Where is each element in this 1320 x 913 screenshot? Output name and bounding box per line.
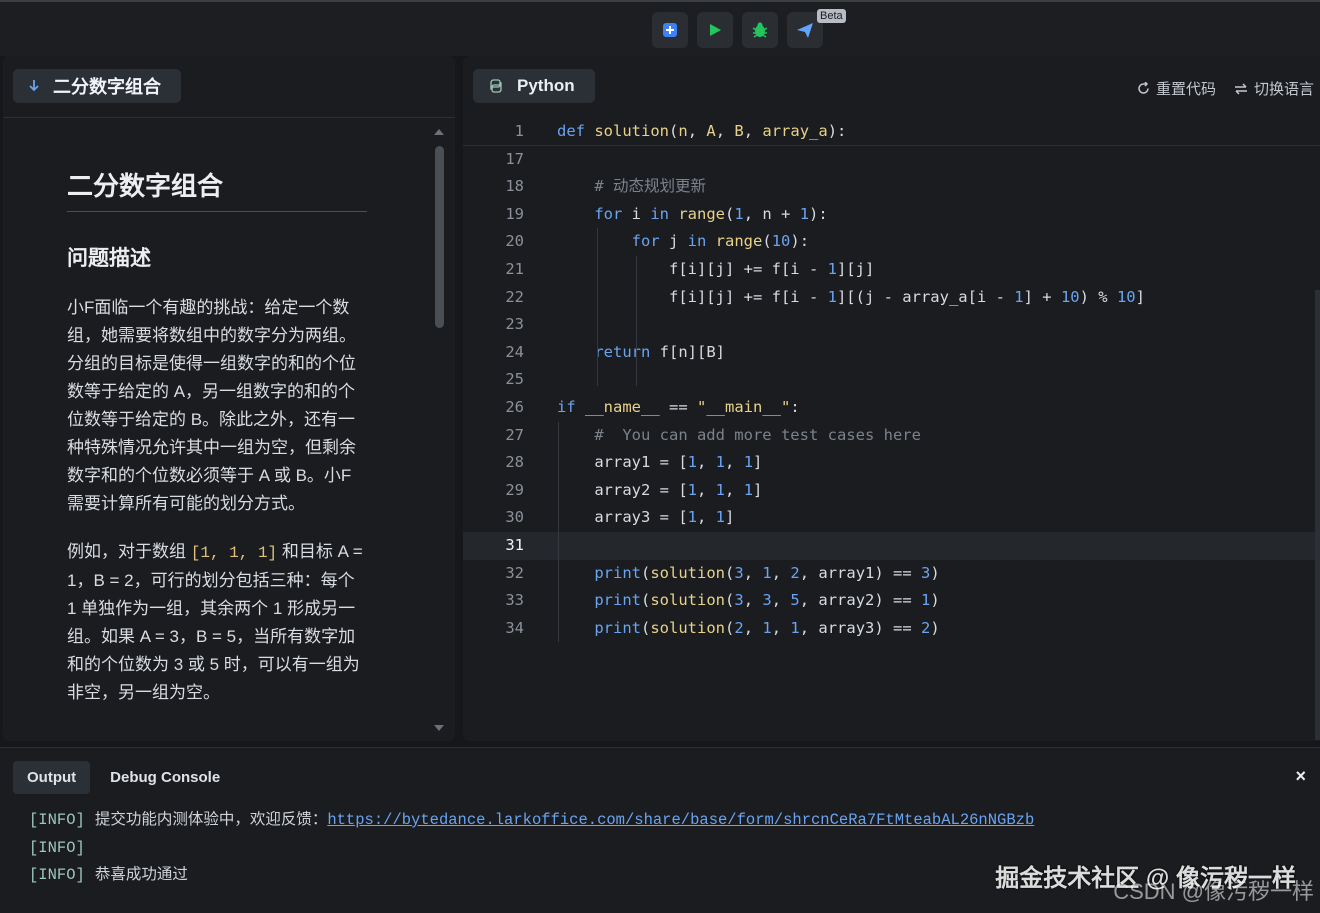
example-paragraph: 例如，对于数组 [1, 1, 1] 和目标 A = 1，B = 2，可行的划分包…	[67, 538, 367, 707]
python-icon	[490, 79, 502, 93]
code-line[interactable]: 25	[463, 366, 1320, 394]
switch-language-label: 切换语言	[1253, 81, 1314, 98]
log-line: [INFO] 恭喜成功通过	[29, 866, 188, 884]
scroll-thumb[interactable]	[435, 146, 444, 328]
code-line[interactable]: 30 array3 = [1, 1]	[463, 504, 1320, 532]
problem-title: 二分数字组合	[67, 160, 367, 212]
code-line[interactable]: 29 array2 = [1, 1, 1]	[463, 477, 1320, 505]
log-line: [INFO]	[29, 838, 85, 857]
refresh-icon	[1138, 82, 1149, 94]
submit-icon	[663, 23, 677, 37]
editor-actions: 重置代码 切换语言	[1137, 78, 1314, 99]
console-tabs: Output Debug Console	[13, 761, 234, 794]
problem-tab-label: 二分数字组合	[53, 77, 161, 97]
indent-guide	[636, 256, 637, 386]
code-area[interactable]: 1 def solution(n, A, B, array_a): 17 18 #…	[463, 118, 1320, 642]
scroll-down-icon[interactable]	[433, 724, 445, 732]
code-line[interactable]: 20 for j in range(10):	[463, 228, 1320, 256]
tab-output[interactable]: Output	[13, 761, 91, 794]
problem-content: 二分数字组合 问题描述 小F面临一个有趣的挑战：给定一个数组，她需要将数组中的数…	[67, 160, 367, 727]
run-button[interactable]	[697, 12, 733, 48]
problem-paragraph: 小F面临一个有趣的挑战：给定一个数组，她需要将数组中的数字分为两组。分组的目标是…	[67, 298, 356, 513]
code-line[interactable]: 32 print(solution(3, 1, 2, array1) == 3)	[463, 560, 1320, 588]
code-line[interactable]: 26 if __name__ == "__main__":	[463, 394, 1320, 422]
arrow-down-icon	[29, 80, 39, 92]
problem-panel: 二分数字组合 二分数字组合 问题描述 小F面临一个有趣的挑战：给定一个数组，她需…	[3, 56, 455, 741]
language-label: Python	[517, 76, 575, 95]
example-code: [1, 1, 1]	[190, 544, 278, 562]
example-suffix: 和目标 A = 1，B = 2，可行的划分包括三种：每个 1 单独作为一组，其余…	[67, 542, 363, 702]
swap-arrows-icon	[1234, 82, 1247, 95]
indent-guide	[597, 228, 598, 386]
code-line[interactable]: 28 array1 = [1, 1, 1]	[463, 449, 1320, 477]
code-line[interactable]: 27 # You can add more test cases here	[463, 422, 1320, 450]
current-line-number: 31	[505, 535, 524, 554]
code-line[interactable]: 18 # 动态规划更新	[463, 173, 1320, 201]
feedback-link[interactable]: https://bytedance.larkoffice.com/share/b…	[327, 811, 1034, 829]
debug-bug-icon	[752, 22, 768, 38]
log-line: [INFO] 提交功能内测体验中，欢迎反馈：https://bytedance.l…	[29, 811, 1035, 829]
code-line[interactable]: 21 f[i][j] += f[i - 1][j]	[463, 256, 1320, 284]
editor-header: Python 重置代码 切换语言	[463, 56, 1320, 118]
tab-debug-console[interactable]: Debug Console	[96, 761, 234, 794]
code-line-current[interactable]: 31	[463, 531, 1320, 560]
problem-panel-header: 二分数字组合	[3, 56, 455, 118]
language-tab[interactable]: Python	[473, 69, 595, 103]
switch-language-button[interactable]: 切换语言	[1234, 78, 1314, 99]
code-line[interactable]: 34 print(solution(2, 1, 1, array3) == 2)	[463, 615, 1320, 643]
beta-badge: Beta	[817, 9, 846, 23]
reset-code-label: 重置代码	[1155, 81, 1216, 98]
run-play-icon	[710, 24, 721, 36]
code-line[interactable]: 1 def solution(n, A, B, array_a):	[463, 118, 1320, 146]
problem-scrollbar[interactable]	[433, 126, 445, 736]
send-plane-icon	[797, 23, 813, 38]
editor-scrollbar[interactable]	[1315, 290, 1320, 740]
code-line[interactable]: 24 return f[n][B]	[463, 339, 1320, 367]
debug-button[interactable]	[742, 12, 778, 48]
code-line[interactable]: 22 f[i][j] += f[i - 1][(j - array_a[i - …	[463, 284, 1320, 312]
code-line[interactable]: 33 print(solution(3, 3, 5, array2) == 1)	[463, 587, 1320, 615]
problem-tab[interactable]: 二分数字组合	[13, 69, 181, 103]
code-line[interactable]: 23	[463, 311, 1320, 339]
reset-code-button[interactable]: 重置代码	[1137, 78, 1216, 99]
close-icon[interactable]: ×	[1295, 766, 1306, 787]
watermark-csdn: CSDN @像污秽一样	[1113, 879, 1314, 904]
code-editor-panel: Python 重置代码 切换语言 1 def solution(n, A, B, …	[463, 56, 1320, 741]
scroll-up-icon[interactable]	[433, 128, 445, 136]
top-toolbar: Beta	[0, 0, 1320, 56]
code-line[interactable]: 19 for i in range(1, n + 1):	[463, 201, 1320, 229]
submit-button[interactable]	[652, 12, 688, 48]
indent-guide	[558, 422, 559, 642]
example-prefix: 例如，对于数组	[67, 542, 191, 561]
section-heading: 问题描述	[67, 247, 151, 270]
code-line[interactable]: 17	[463, 146, 1320, 174]
console-log: [INFO] 提交功能内测体验中，欢迎反馈：https://bytedance.l…	[29, 806, 1034, 889]
